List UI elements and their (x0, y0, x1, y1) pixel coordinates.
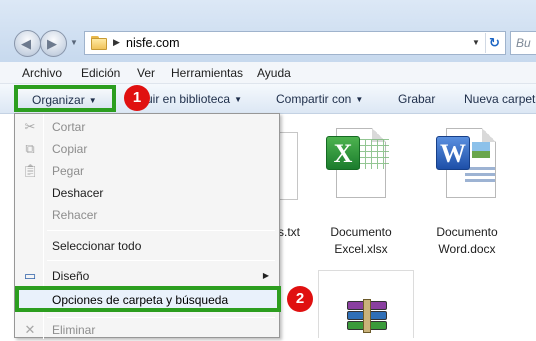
menu-ver[interactable]: Ver (137, 66, 155, 80)
delete-x-icon: ✕ (24, 322, 36, 337)
back-arrow-icon: ◀ (21, 36, 31, 51)
menu-item-cut[interactable]: ✂ Cortar (15, 116, 279, 138)
address-bar-region: ◀ ▶ ▼ ▶ nisfe.com ▼ ↻ Bu (0, 0, 536, 62)
copy-icon: ⧉ (25, 141, 35, 156)
organize-button[interactable]: Organizar ▼ (14, 85, 116, 112)
chevron-down-icon: ▼ (355, 95, 364, 104)
organize-label: Organizar (32, 93, 85, 107)
menu-item-label: Rehacer (52, 208, 98, 222)
menu-herramientas[interactable]: Herramientas (171, 66, 243, 80)
file-name-line2: Excel.xlsx (334, 242, 388, 256)
file-name-line1: Documento (436, 225, 498, 239)
step-badge-1: 1 (124, 85, 150, 111)
file-name-line1: Documento (330, 225, 392, 239)
refresh-button[interactable]: ↻ (485, 33, 505, 53)
layout-icon: ▭ (23, 268, 37, 283)
chevron-down-icon: ▼ (234, 95, 242, 104)
address-field[interactable]: ▶ nisfe.com ▼ ↻ (84, 31, 506, 55)
chevron-down-icon: ▼ (88, 96, 97, 105)
menu-ayuda[interactable]: Ayuda (257, 66, 291, 80)
word-file-icon[interactable]: W (436, 128, 496, 200)
file-name-line2: Word.docx (438, 242, 496, 256)
menu-item-undo[interactable]: Deshacer (15, 182, 279, 204)
folder-icon (91, 36, 107, 50)
include-in-library-label: uir en biblioteca (146, 92, 231, 106)
menu-item-label: Eliminar (52, 323, 96, 337)
menu-edicion[interactable]: Edición (81, 66, 120, 80)
clipboard-icon: 📋︎ (22, 163, 39, 178)
include-in-library-button[interactable]: uir en biblioteca ▼ (146, 92, 242, 106)
excel-file-icon[interactable]: X (326, 128, 389, 200)
back-button[interactable]: ◀ (14, 30, 41, 57)
forward-arrow-icon: ▶ (47, 36, 57, 51)
scissors-icon: ✂ (24, 119, 36, 134)
submenu-arrow-icon: ▶ (262, 271, 269, 280)
address-dropdown-icon[interactable]: ▼ (472, 38, 480, 47)
share-with-label: Compartir con (276, 92, 352, 106)
menu-separator (47, 260, 275, 261)
menu-item-redo[interactable]: Rehacer (15, 204, 279, 226)
history-dropdown-icon[interactable]: ▼ (70, 38, 78, 47)
menu-item-label: Seleccionar todo (52, 239, 142, 253)
organize-menu: ✂ Cortar ⧉ Copiar 📋︎ Pegar Deshacer Reha… (14, 113, 281, 339)
menu-item-folder-options[interactable]: Opciones de carpeta y búsqueda (15, 286, 281, 312)
menu-item-label: Opciones de carpeta y búsqueda (52, 293, 229, 307)
word-logo-icon: W (436, 136, 470, 170)
share-with-button[interactable]: Compartir con ▼ (276, 92, 363, 106)
menu-item-copy[interactable]: ⧉ Copiar (15, 138, 279, 160)
file-label-word[interactable]: Documento Word.docx (432, 224, 502, 258)
menu-item-layout[interactable]: ▭ Diseño ▶ (15, 265, 279, 287)
excel-logo-icon: X (326, 136, 360, 170)
breadcrumb-chevron-icon[interactable]: ▶ (113, 37, 120, 48)
step-badge-2: 2 (287, 286, 313, 312)
menu-item-select-all[interactable]: Seleccionar todo (15, 235, 279, 257)
file-label-excel[interactable]: Documento Excel.xlsx (326, 224, 396, 258)
menu-separator (47, 230, 275, 231)
menu-item-label: Pegar (52, 164, 85, 178)
menu-item-label: Cortar (52, 120, 86, 134)
rar-archive-icon[interactable] (318, 270, 414, 338)
search-input[interactable]: Bu (510, 31, 536, 55)
new-folder-button[interactable]: Nueva carpet (464, 92, 535, 106)
landscape-image-icon (472, 142, 490, 158)
burn-button[interactable]: Grabar (398, 92, 435, 106)
address-path[interactable]: nisfe.com (126, 36, 180, 50)
forward-button[interactable]: ▶ (40, 30, 67, 57)
refresh-icon: ↻ (489, 35, 500, 50)
menu-separator (47, 317, 275, 318)
search-placeholder: Bu (516, 36, 531, 50)
menu-item-label: Diseño (52, 269, 90, 283)
menu-archivo[interactable]: Archivo (22, 66, 62, 80)
menu-item-label: Deshacer (52, 186, 104, 200)
menubar: Archivo Edición Ver Herramientas Ayuda (0, 62, 536, 84)
menu-item-label: Copiar (52, 142, 88, 156)
menu-item-paste[interactable]: 📋︎ Pegar (15, 160, 279, 182)
